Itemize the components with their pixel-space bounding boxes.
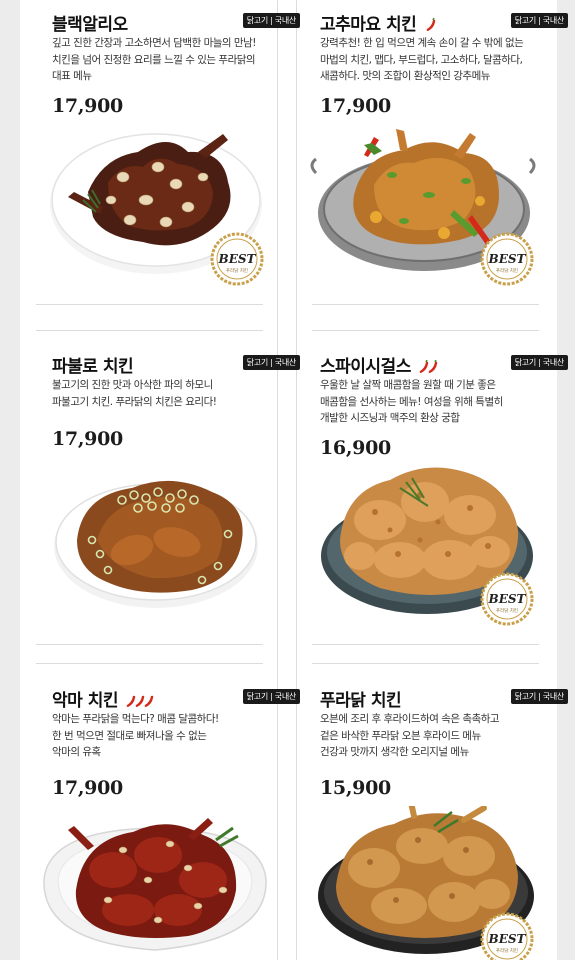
svg-text:푸라닭 치킨: 푸라닭 치킨 xyxy=(496,947,518,954)
devil-chicken-image xyxy=(43,818,267,951)
menu-card-gochu-mayo[interactable]: 고추마요 치킨 닭고기 | 국내산 강력추천! 한 입 먹으면 계속 손이 갈 … xyxy=(310,10,568,300)
menu-description: 오븐에 조리 후 후라이드하여 속은 촉촉하고 겉은 바삭한 푸라닭 오븐 후라… xyxy=(320,713,500,758)
menu-name: 푸라닭 치킨 xyxy=(320,691,402,711)
svg-text:BEST: BEST xyxy=(218,252,257,266)
best-badge: BEST 푸라닭 치킨 xyxy=(480,572,534,626)
menu-name: 파불로 치킨 xyxy=(52,357,134,377)
menu-name: 악마 치킨 xyxy=(52,686,155,711)
menu-card-spicy-girls[interactable]: 스파이시걸스 닭고기 | 국내산 우울한 날 살짝 매콤함을 원할 때 기분 좋… xyxy=(320,352,568,642)
row-divider xyxy=(36,304,263,305)
row-divider xyxy=(36,644,263,645)
menu-description: 악마는 푸라닭을 먹는다? 매콤 달콤하다! 한 번 먹으면 절대로 빠져나올 … xyxy=(52,713,219,758)
best-badge: BEST 푸라닭 치킨 xyxy=(480,232,534,286)
svg-text:푸라닭 치킨: 푸라닭 치킨 xyxy=(496,267,518,274)
chili-icon xyxy=(419,360,438,373)
menu-card-black-aglio[interactable]: 블랙알리오 닭고기 | 국내산 깊고 진한 간장과 고소하면서 담백한 마늘의 … xyxy=(50,10,300,300)
origin-badge: 닭고기 | 국내산 xyxy=(242,13,300,28)
svg-text:BEST: BEST xyxy=(488,932,527,946)
menu-description: 깊고 진한 간장과 고소하면서 담백한 마늘의 만남! 치킨을 넘어 진정한 요… xyxy=(52,37,256,82)
menu-description: 강력추천! 한 입 먹으면 계속 손이 갈 수 밖에 없는 마법의 치킨, 맵다… xyxy=(320,37,524,82)
menu-name: 스파이시걸스 xyxy=(320,352,440,377)
svg-text:BEST: BEST xyxy=(488,252,527,266)
menu-price: 17,900 xyxy=(52,777,123,799)
origin-badge: 닭고기 | 국내산 xyxy=(242,355,300,370)
menu-card-puradak-chicken[interactable]: 푸라닭 치킨 닭고기 | 국내산 오븐에 조리 후 후라이드하여 속은 촉촉하고… xyxy=(318,686,568,960)
row-divider xyxy=(312,644,539,645)
svg-text:푸라닭 치킨: 푸라닭 치킨 xyxy=(226,267,248,274)
origin-badge: 닭고기 | 국내산 xyxy=(242,689,300,704)
menu-description: 불고기의 진한 맛과 아삭한 파의 하모니 파불고기 치킨. 푸라닭의 치킨은 … xyxy=(52,379,217,408)
chili-icon xyxy=(426,18,435,31)
menu-description: 우울한 날 살짝 매콤함을 원할 때 기분 좋은 매콤함을 선사하는 메뉴! 여… xyxy=(320,379,503,424)
best-badge: BEST 푸라닭 치킨 xyxy=(210,232,264,286)
origin-badge: 닭고기 | 국내산 xyxy=(510,689,568,704)
pabulro-chicken-image xyxy=(54,480,258,608)
row-divider xyxy=(312,330,539,331)
chili-icon xyxy=(127,695,154,707)
svg-text:푸라닭 치킨: 푸라닭 치킨 xyxy=(496,607,518,614)
left-frame xyxy=(0,0,20,960)
origin-badge: 닭고기 | 국내산 xyxy=(510,13,568,28)
row-divider xyxy=(312,663,539,664)
menu-card-devil-chicken[interactable]: 악마 치킨 닭고기 | 국내산 악마는 푸라닭을 먹는다? 매콤 달콤하다! 한… xyxy=(43,686,300,960)
menu-price: 16,900 xyxy=(320,437,391,459)
row-divider xyxy=(36,330,263,331)
menu-price: 17,900 xyxy=(320,95,391,117)
best-badge: BEST 푸라닭 치킨 xyxy=(480,912,534,960)
menu-price: 17,900 xyxy=(52,95,123,117)
menu-price: 17,900 xyxy=(52,428,123,450)
menu-card-pabulro[interactable]: 파불로 치킨 닭고기 | 국내산 불고기의 진한 맛과 아삭한 파의 하모니 파… xyxy=(52,352,300,642)
row-divider xyxy=(312,304,539,305)
row-divider xyxy=(36,663,263,664)
menu-name: 블랙알리오 xyxy=(52,15,128,35)
menu-name: 고추마요 치킨 xyxy=(320,10,438,35)
svg-text:BEST: BEST xyxy=(488,592,527,606)
origin-badge: 닭고기 | 국내산 xyxy=(510,355,568,370)
menu-price: 15,900 xyxy=(320,777,391,799)
